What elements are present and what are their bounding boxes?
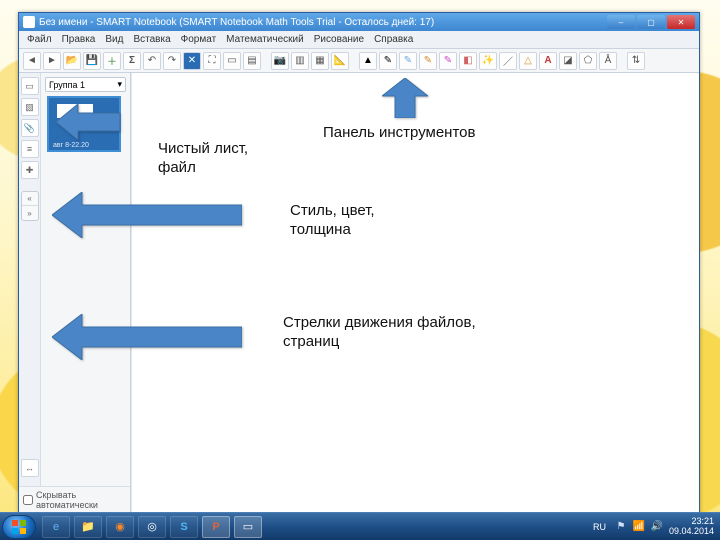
thumbnail-content [57, 104, 93, 118]
tool-prev-page[interactable]: ◄ [23, 52, 41, 70]
pinned-apps: e 📁 ◉ ◎ S P ▭ [42, 516, 262, 538]
tool-camera[interactable]: 📷 [271, 52, 289, 70]
taskbar-notebook[interactable]: ▭ [234, 516, 262, 538]
tool-next-page[interactable]: ► [43, 52, 61, 70]
tool-fullscreen[interactable]: ⛶ [203, 52, 221, 70]
chevron-down-icon: ▾ [117, 79, 122, 90]
tool-open[interactable]: 📂 [63, 52, 81, 70]
minimize-button[interactable]: – [607, 15, 635, 29]
tool-line[interactable]: ／ [499, 52, 517, 70]
maximize-button[interactable]: ▢ [637, 15, 665, 29]
tab-expand[interactable]: ↔ [21, 459, 39, 477]
tool-sigma[interactable]: Σ [123, 52, 141, 70]
tray-flag-icon[interactable]: ⚑ [615, 521, 627, 533]
tool-fill[interactable]: ◪ [559, 52, 577, 70]
taskbar-firefox[interactable]: ◉ [106, 516, 134, 538]
page-thumbnail-1[interactable]: авг 8-22.20 [47, 96, 121, 152]
tool-undo[interactable]: ↶ [143, 52, 161, 70]
tool-table[interactable]: ▦ [311, 52, 329, 70]
taskbar-explorer[interactable]: 📁 [74, 516, 102, 538]
tool-text[interactable]: A [539, 52, 557, 70]
window-title: Без имени - SMART Notebook (SMART Notebo… [39, 17, 607, 28]
close-button[interactable]: ✕ [667, 15, 695, 29]
tool-save[interactable]: 💾 [83, 52, 101, 70]
menu-edit[interactable]: Правка [60, 33, 98, 46]
clock-date: 09.04.2014 [669, 527, 714, 537]
tool-select[interactable]: ▲ [359, 52, 377, 70]
tab-attachments[interactable]: 📎 [21, 119, 39, 137]
side-tab-strip: ▭ ▧ 📎 ≡ ✚ « » ↔ [19, 73, 41, 486]
tool-compass[interactable]: Å [599, 52, 617, 70]
chrome-icon: ◎ [147, 520, 157, 533]
tab-page-sorter[interactable]: ▭ [21, 77, 39, 95]
taskbar-powerpoint[interactable]: P [202, 516, 230, 538]
autohide-input[interactable] [23, 495, 33, 505]
tool-delete[interactable]: ✕ [183, 52, 201, 70]
page-sorter-panel: Группа 1 ▾ авг 8-22.20 [41, 73, 130, 486]
tool-redo[interactable]: ↷ [163, 52, 181, 70]
tool-magic-pen[interactable]: ✨ [479, 52, 497, 70]
tool-doc-camera[interactable]: ▥ [291, 52, 309, 70]
page-nav-buttons[interactable]: « » [21, 191, 39, 221]
titlebar: Без имени - SMART Notebook (SMART Notebo… [19, 13, 699, 31]
menu-math[interactable]: Математический [224, 33, 306, 46]
taskbar-skype[interactable]: S [170, 516, 198, 538]
menu-insert[interactable]: Вставка [131, 33, 172, 46]
powerpoint-icon: P [212, 521, 219, 533]
thumbnail-caption: авг 8-22.20 [53, 142, 89, 149]
menu-format[interactable]: Формат [179, 33, 219, 46]
windows-logo-icon [11, 519, 27, 535]
taskbar-chrome[interactable]: ◎ [138, 516, 166, 538]
presentation-slide: Без имени - SMART Notebook (SMART Notebo… [18, 12, 700, 514]
firefox-icon: ◉ [115, 520, 125, 533]
tab-properties[interactable]: ≡ [21, 140, 39, 158]
tool-ruler[interactable]: 📐 [331, 52, 349, 70]
tool-shade[interactable]: ▤ [243, 52, 261, 70]
toolbar: ◄ ► 📂 💾 ＋ Σ ↶ ↷ ✕ ⛶ ▭ ▤ 📷 ▥ ▦ 📐 ▲ ✎ ✎ ✎ … [19, 49, 699, 73]
app-icon [23, 16, 35, 28]
menu-file[interactable]: Файл [25, 33, 54, 46]
tray-volume-icon[interactable]: 🔊 [651, 521, 663, 533]
window-controls: – ▢ ✕ [607, 15, 695, 29]
page-canvas[interactable] [131, 73, 699, 513]
tool-new-page[interactable]: ＋ [103, 52, 121, 70]
group-header[interactable]: Группа 1 ▾ [45, 77, 126, 92]
tray-network-icon[interactable]: 📶 [633, 521, 645, 533]
system-tray: RU ⚑ 📶 🔊 23:21 09.04.2014 [590, 517, 720, 537]
taskbar-clock[interactable]: 23:21 09.04.2014 [669, 517, 714, 537]
folder-icon: 📁 [81, 520, 95, 533]
tool-two-page[interactable]: ▭ [223, 52, 241, 70]
page-nav-down-icon: » [22, 206, 38, 220]
menubar: Файл Правка Вид Вставка Формат Математич… [19, 31, 699, 49]
app-window: Без имени - SMART Notebook (SMART Notebo… [18, 12, 700, 514]
group-label: Группа 1 [49, 80, 85, 90]
tool-pen1[interactable]: ✎ [379, 52, 397, 70]
taskbar-ie[interactable]: e [42, 516, 70, 538]
windows-taskbar: e 📁 ◉ ◎ S P ▭ RU ⚑ 📶 🔊 23:21 09.04.2014 [0, 512, 720, 540]
autohide-label: Скрывать автоматически [36, 490, 126, 510]
tool-move-toolbar[interactable]: ⇅ [627, 52, 645, 70]
tool-pen3[interactable]: ✎ [419, 52, 437, 70]
sidebar: ▭ ▧ 📎 ≡ ✚ « » ↔ [19, 73, 131, 513]
autohide-checkbox[interactable]: Скрывать автоматически [19, 486, 130, 513]
tool-shape[interactable]: △ [519, 52, 537, 70]
menu-draw[interactable]: Рисование [312, 33, 366, 46]
language-indicator[interactable]: RU [590, 521, 609, 533]
start-button[interactable] [2, 515, 36, 539]
ie-icon: e [53, 521, 59, 533]
skype-icon: S [180, 521, 187, 533]
tab-addons[interactable]: ✚ [21, 161, 39, 179]
page-nav-up-icon: « [22, 192, 38, 206]
tool-eraser[interactable]: ◧ [459, 52, 477, 70]
tool-regular-poly[interactable]: ⬠ [579, 52, 597, 70]
menu-help[interactable]: Справка [372, 33, 415, 46]
content-area: ▭ ▧ 📎 ≡ ✚ « » ↔ [19, 73, 699, 513]
tab-gallery[interactable]: ▧ [21, 98, 39, 116]
tool-pen2[interactable]: ✎ [399, 52, 417, 70]
menu-view[interactable]: Вид [103, 33, 125, 46]
tool-highlighter[interactable]: ✎ [439, 52, 457, 70]
notebook-icon: ▭ [243, 520, 253, 533]
